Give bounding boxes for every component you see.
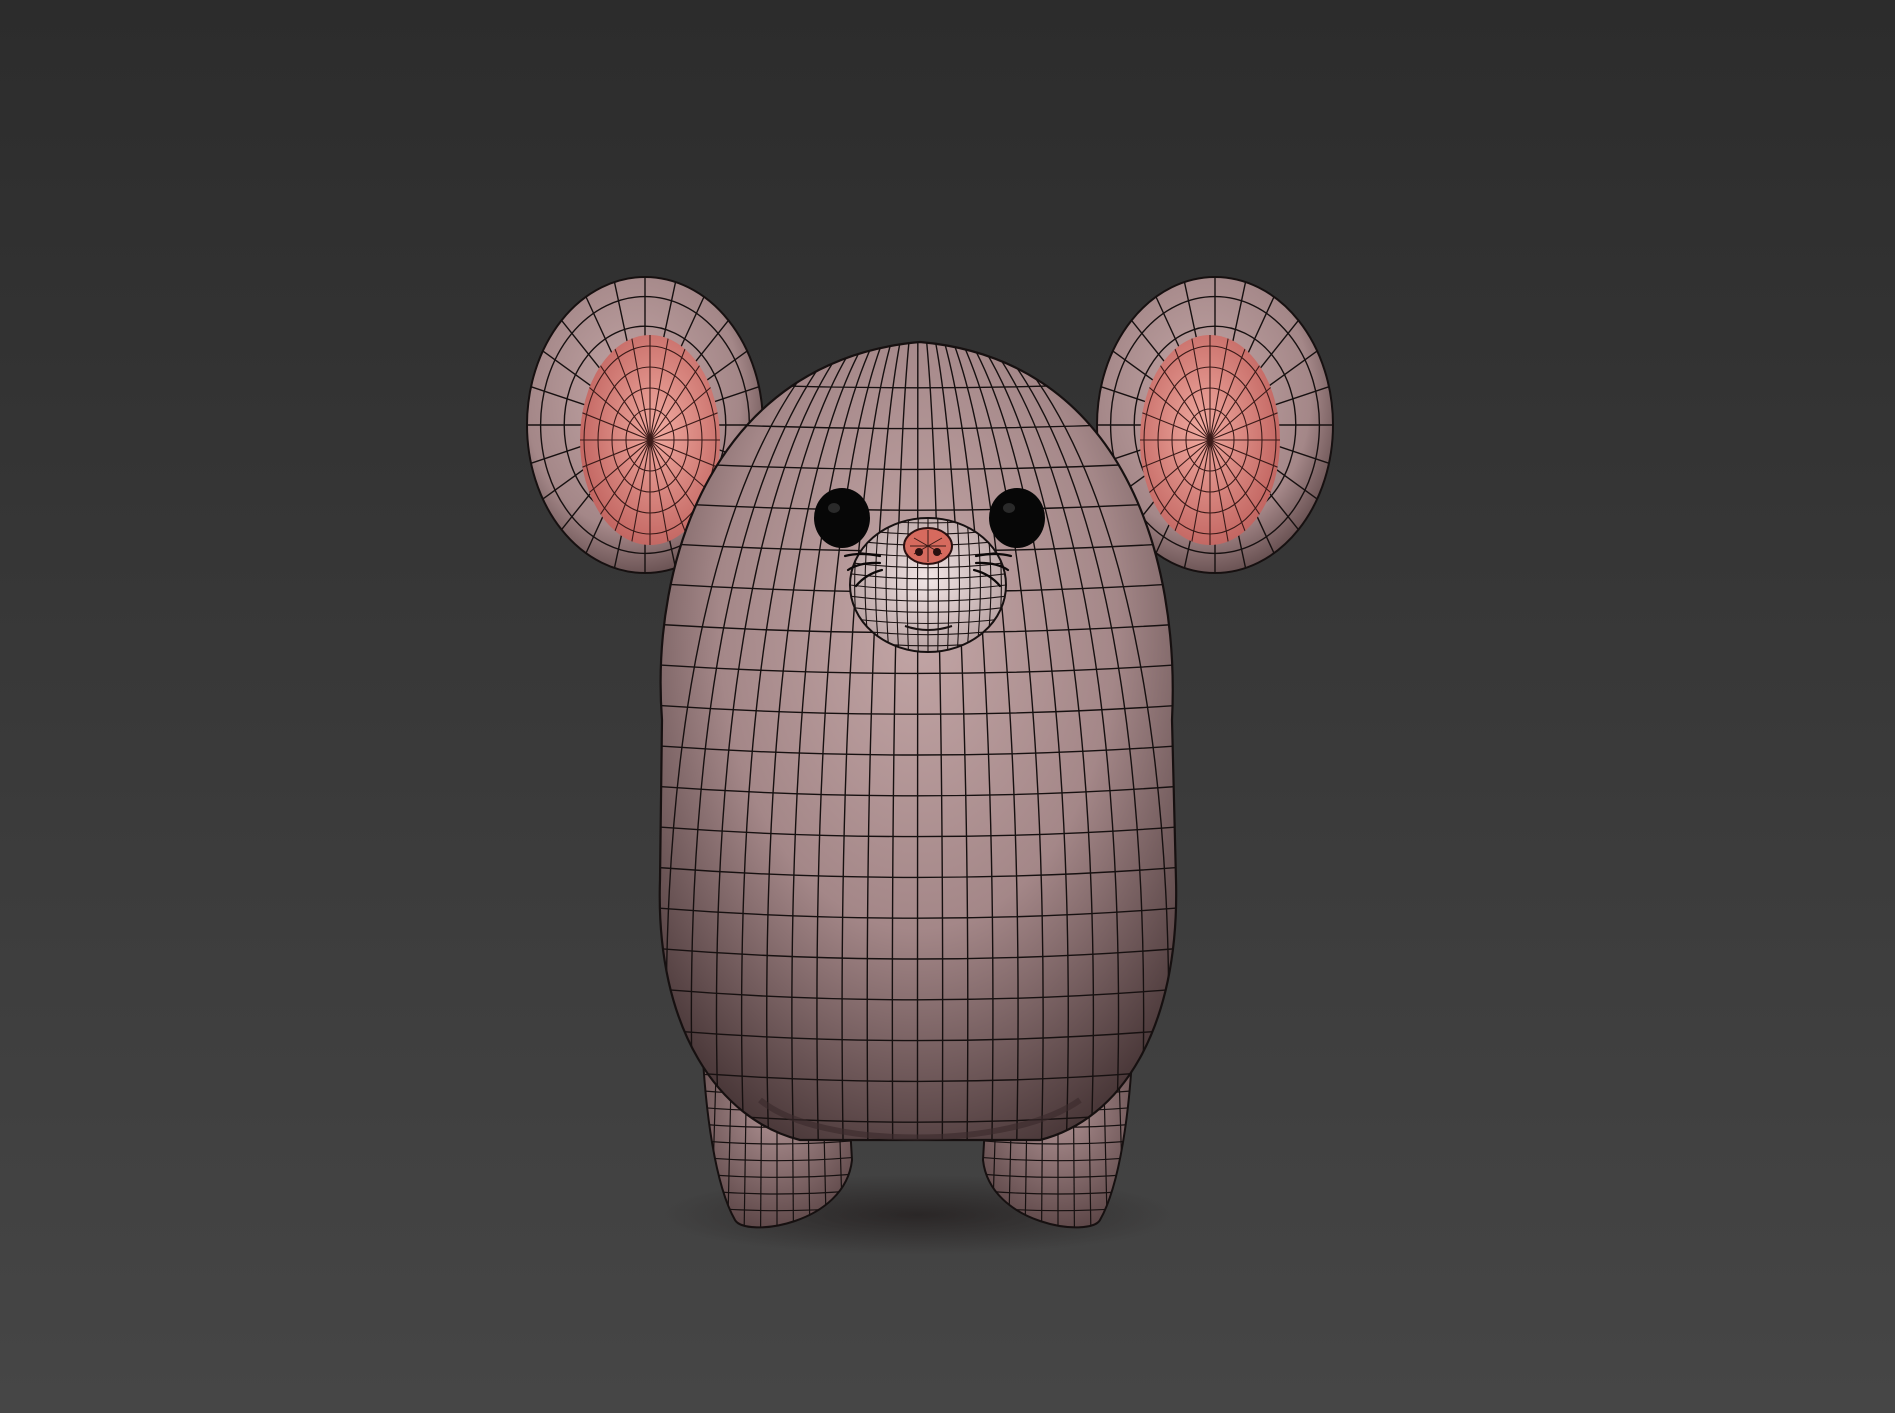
nose (903, 527, 953, 565)
right-eye (989, 488, 1045, 548)
body (658, 340, 1178, 1142)
viewport-render (0, 0, 1895, 1413)
left-eye (814, 488, 870, 548)
3d-viewport (0, 0, 1895, 1413)
